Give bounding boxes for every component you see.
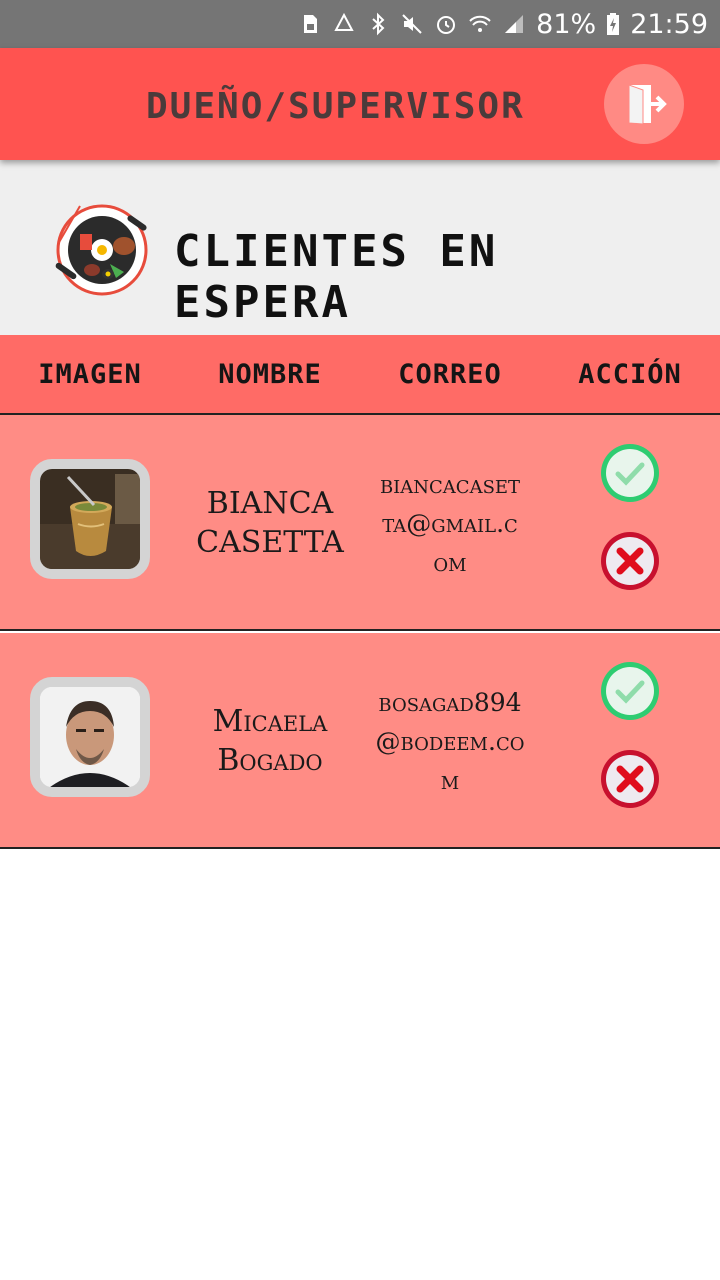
food-pan-logo (44, 198, 154, 298)
client-name: BIANCA CASETTA (196, 486, 344, 560)
app-bar-title: Dueño/Supervisor (146, 86, 525, 127)
bluetooth-icon (366, 10, 390, 38)
battery-percent: 81% (536, 8, 597, 40)
client-email: bosagad894@bodeem.com (375, 687, 525, 795)
table-row: BIANCA CASETTA biancacasetta@gmail.com (0, 415, 720, 631)
wifi-icon (468, 10, 492, 38)
client-name: Micaela Bogado (212, 704, 328, 778)
clock-time: 21:59 (630, 8, 708, 40)
logout-door-icon (628, 84, 667, 125)
logout-button[interactable] (604, 64, 684, 144)
client-avatar (30, 677, 150, 797)
recycle-icon (332, 10, 356, 38)
battery-icon (606, 10, 620, 38)
alarm-icon (434, 10, 458, 38)
client-avatar (30, 459, 150, 579)
accept-button[interactable] (599, 442, 661, 504)
check-icon (601, 444, 659, 502)
mate-cup-photo (40, 469, 140, 569)
check-icon (601, 662, 659, 720)
page-title: Clientes en espera (174, 226, 499, 328)
column-header-correo: Correo (398, 358, 502, 390)
status-bar: 81% 21:59 (0, 0, 720, 48)
client-email: biancacasetta@gmail.com (379, 469, 521, 577)
close-icon (601, 532, 659, 590)
column-header-accion: Acción (578, 358, 682, 390)
column-header-imagen: Imagen (38, 358, 142, 390)
close-icon (601, 750, 659, 808)
reject-button[interactable] (599, 748, 661, 810)
page-header: Clientes en espera (0, 160, 720, 335)
app-bar: Dueño/Supervisor (0, 48, 720, 160)
reject-button[interactable] (599, 530, 661, 592)
mute-icon (400, 10, 424, 38)
column-header-nombre: Nombre (218, 358, 322, 390)
accept-button[interactable] (599, 660, 661, 722)
table-row: Micaela Bogado bosagad894@bodeem.com (0, 633, 720, 849)
table-header: Imagen Nombre Correo Acción (0, 335, 720, 415)
sim-card-icon (298, 10, 322, 38)
man-portrait-photo (40, 687, 140, 787)
signal-icon (502, 10, 526, 38)
